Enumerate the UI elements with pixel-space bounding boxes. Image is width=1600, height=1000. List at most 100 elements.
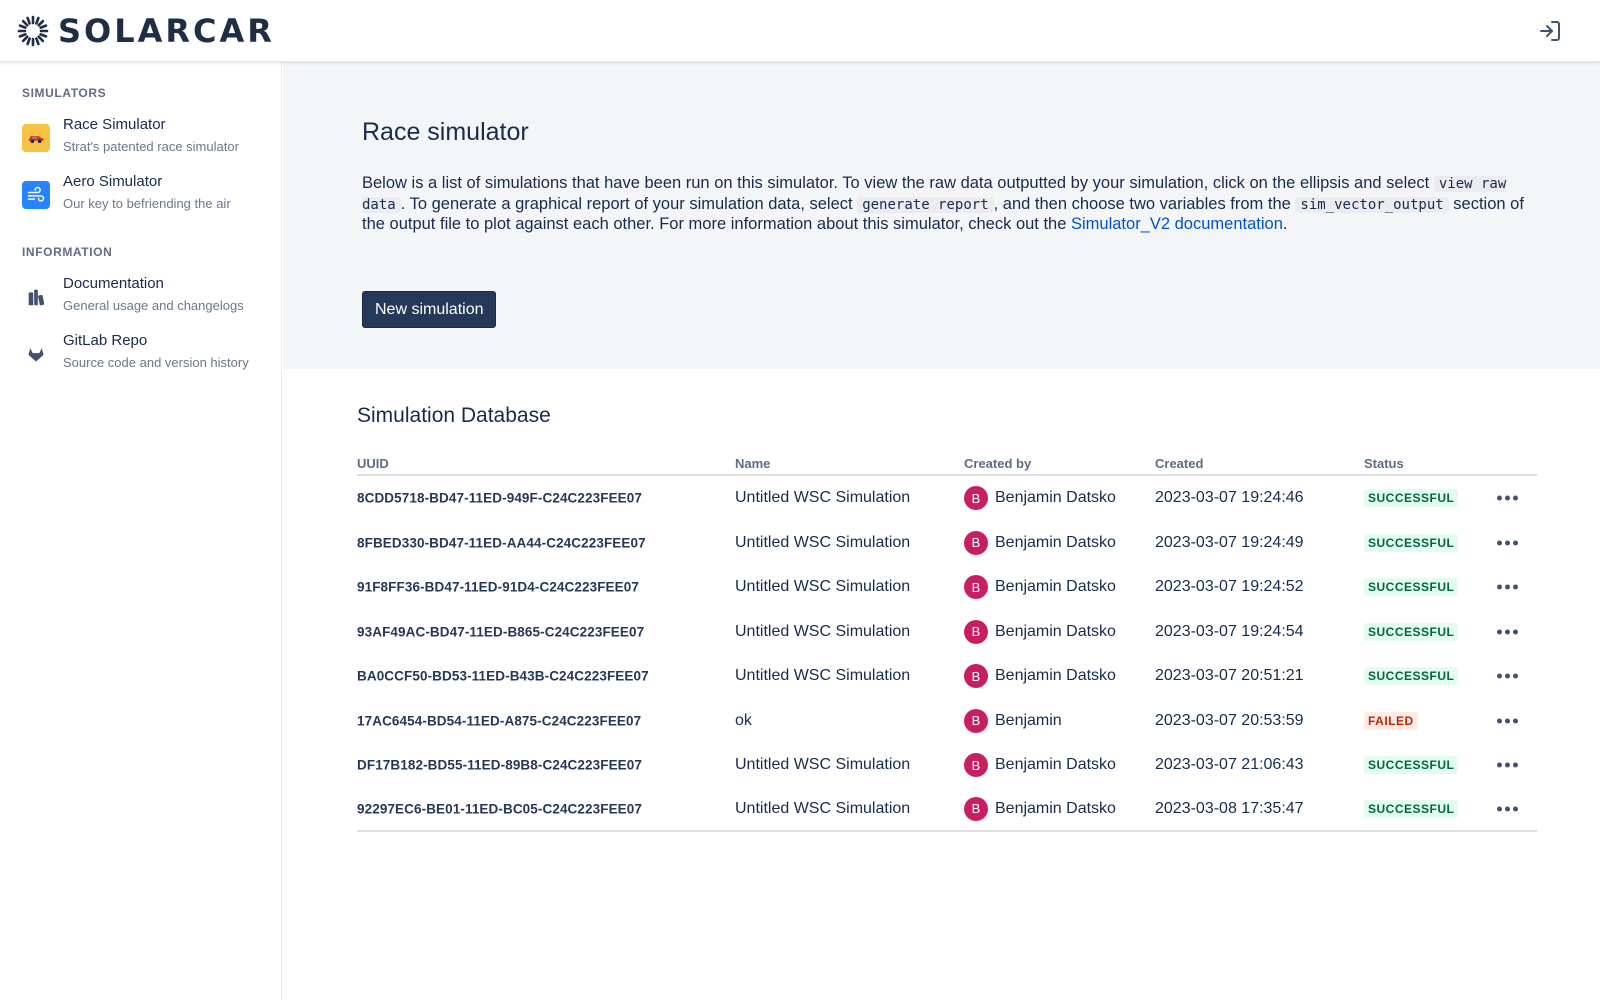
cell-status: SUCCESSFUL xyxy=(1364,489,1459,508)
cell-created-by: B Benjamin Datsko xyxy=(964,664,1116,689)
books-icon xyxy=(22,283,50,311)
cell-uuid: 17AC6454-BD54-11ED-A875-C24C223FEE07 xyxy=(357,713,642,729)
cell-status: SUCCESSFUL xyxy=(1364,756,1459,775)
simulator-description: Below is a list of simulations that have… xyxy=(362,174,1542,235)
cell-name: ok xyxy=(735,711,752,729)
cell-name: Untitled WSC Simulation xyxy=(735,799,911,817)
cell-created: 2023-03-07 20:51:21 xyxy=(1155,667,1304,685)
code-sim-vector-output: sim_vector_output xyxy=(1295,196,1449,213)
more-actions-icon[interactable] xyxy=(1493,670,1522,683)
avatar: B xyxy=(964,619,988,644)
simulation-table: UUID Name Created by Created Status 8CDD… xyxy=(357,450,1537,832)
cell-status: SUCCESSFUL xyxy=(1364,667,1459,686)
sidebar-item-subtitle: Strat's patented race simulator xyxy=(63,139,239,154)
avatar: B xyxy=(964,530,988,555)
creator-name: Benjamin Datsko xyxy=(995,667,1116,685)
cell-uuid: DF17B182-BD55-11ED-89B8-C24C223FEE07 xyxy=(357,757,642,773)
table-row[interactable]: DF17B182-BD55-11ED-89B8-C24C223FEE07 Unti… xyxy=(357,743,1537,788)
sidebar-item-aero-simulator[interactable]: Aero Simulator Our key to befriending th… xyxy=(16,171,270,221)
creator-name: Benjamin Datsko xyxy=(995,533,1116,551)
sidebar-item-documentation[interactable]: Documentation General usage and changelo… xyxy=(16,273,270,323)
section-title-simulation-database: Simulation Database xyxy=(357,404,551,427)
column-header-created[interactable]: Created xyxy=(1155,456,1203,471)
creator-name: Benjamin Datsko xyxy=(995,578,1116,596)
cell-uuid: 91F8FF36-BD47-11ED-91D4-C24C223FEE07 xyxy=(357,579,639,595)
cell-created: 2023-03-07 20:53:59 xyxy=(1155,711,1304,729)
more-actions-icon[interactable] xyxy=(1493,714,1522,727)
status-badge: SUCCESSFUL xyxy=(1364,756,1459,775)
cell-uuid: 8CDD5718-BD47-11ED-949F-C24C223FEE07 xyxy=(357,490,642,506)
cell-status: SUCCESSFUL xyxy=(1364,533,1459,552)
table-row[interactable]: 8FBED330-BD47-11ED-AA44-C24C223FEE07 Unti… xyxy=(357,521,1537,566)
table-row[interactable]: BA0CCF50-BD53-11ED-B43B-C24C223FEE07 Unti… xyxy=(357,654,1537,699)
avatar: B xyxy=(964,796,988,821)
status-badge: SUCCESSFUL xyxy=(1364,533,1459,552)
sidebar-item-title: GitLab Repo xyxy=(63,332,148,349)
table-header: UUID Name Created by Created Status xyxy=(357,450,1537,476)
table-row[interactable]: 17AC6454-BD54-11ED-A875-C24C223FEE07 ok B B… xyxy=(357,699,1537,744)
description-text: , and then choose two variables from the xyxy=(993,194,1291,213)
avatar: B xyxy=(964,575,988,600)
table-row[interactable]: 93AF49AC-BD47-11ED-B865-C24C223FEE07 Unti… xyxy=(357,610,1537,655)
column-header-uuid[interactable]: UUID xyxy=(357,456,389,471)
more-actions-icon[interactable] xyxy=(1493,581,1522,594)
race-car-icon xyxy=(22,124,50,152)
sidebar-item-gitlab-repo[interactable]: GitLab Repo Source code and version hist… xyxy=(16,330,270,380)
page-title: Race simulator xyxy=(362,118,529,146)
sidebar-item-title: Documentation xyxy=(63,275,164,292)
sidebar-item-race-simulator[interactable]: Race Simulator Strat's patented race sim… xyxy=(16,114,270,164)
cell-uuid: 93AF49AC-BD47-11ED-B865-C24C223FEE07 xyxy=(357,624,645,640)
status-badge: SUCCESSFUL xyxy=(1364,489,1459,508)
cell-name: Untitled WSC Simulation xyxy=(735,667,911,685)
cell-name: Untitled WSC Simulation xyxy=(735,756,911,774)
avatar: B xyxy=(964,486,988,511)
code-generate-report: generate report xyxy=(857,196,994,213)
cell-created: 2023-03-07 19:24:49 xyxy=(1155,533,1304,551)
top-navigation: SOLARCAR xyxy=(0,0,1600,62)
gitlab-icon xyxy=(22,340,50,368)
cell-created: 2023-03-07 19:24:46 xyxy=(1155,489,1304,507)
cell-uuid: 8FBED330-BD47-11ED-AA44-C24C223FEE07 xyxy=(357,535,646,551)
more-actions-icon[interactable] xyxy=(1493,759,1522,772)
cell-uuid: 92297EC6-BE01-11ED-BC05-C24C223FEE07 xyxy=(357,801,643,817)
brand-name: SOLARCAR xyxy=(58,11,275,50)
cell-name: Untitled WSC Simulation xyxy=(735,578,911,596)
more-actions-icon[interactable] xyxy=(1493,536,1522,549)
description-text: . xyxy=(1282,215,1288,233)
creator-name: Benjamin Datsko xyxy=(995,756,1116,774)
cell-status: SUCCESSFUL xyxy=(1364,622,1459,641)
cell-created-by: B Benjamin Datsko xyxy=(964,530,1116,555)
status-badge: SUCCESSFUL xyxy=(1364,578,1459,597)
cell-created-by: B Benjamin Datsko xyxy=(964,575,1116,600)
column-header-status[interactable]: Status xyxy=(1364,456,1404,471)
brand-logo[interactable]: SOLARCAR xyxy=(17,12,275,50)
sidebar-item-subtitle: Source code and version history xyxy=(63,355,249,370)
status-badge: SUCCESSFUL xyxy=(1364,622,1459,641)
more-actions-icon[interactable] xyxy=(1493,492,1522,505)
avatar: B xyxy=(964,664,988,689)
sidebar-item-subtitle: Our key to befriending the air xyxy=(63,196,231,211)
table-row[interactable]: 8CDD5718-BD47-11ED-949F-C24C223FEE07 Unti… xyxy=(357,476,1537,521)
creator-name: Benjamin Datsko xyxy=(995,489,1116,507)
new-simulation-button[interactable]: New simulation xyxy=(362,291,497,328)
column-header-created-by[interactable]: Created by xyxy=(964,456,1031,471)
cell-uuid: BA0CCF50-BD53-11ED-B43B-C24C223FEE07 xyxy=(357,668,649,684)
sign-in-icon[interactable] xyxy=(1538,19,1562,43)
creator-name: Benjamin Datsko xyxy=(995,799,1116,817)
more-actions-icon[interactable] xyxy=(1493,625,1522,638)
status-badge: SUCCESSFUL xyxy=(1364,799,1459,818)
documentation-link[interactable]: Simulator_V2 documentation xyxy=(1071,215,1283,233)
cell-created-by: B Benjamin xyxy=(964,708,1062,733)
sidebar-item-subtitle: General usage and changelogs xyxy=(63,298,244,313)
more-actions-icon[interactable] xyxy=(1493,802,1522,815)
creator-name: Benjamin Datsko xyxy=(995,622,1116,640)
section-label-information: INFORMATION xyxy=(22,245,113,259)
table-row[interactable]: 91F8FF36-BD47-11ED-91D4-C24C223FEE07 Unti… xyxy=(357,565,1537,610)
cell-created-by: B Benjamin Datsko xyxy=(964,796,1116,821)
cell-name: Untitled WSC Simulation xyxy=(735,622,911,640)
avatar: B xyxy=(964,708,988,733)
table-row[interactable]: 92297EC6-BE01-11ED-BC05-C24C223FEE07 Unti… xyxy=(357,788,1537,832)
cell-name: Untitled WSC Simulation xyxy=(735,533,911,551)
column-header-name[interactable]: Name xyxy=(735,456,770,471)
cell-created: 2023-03-07 19:24:52 xyxy=(1155,578,1304,596)
